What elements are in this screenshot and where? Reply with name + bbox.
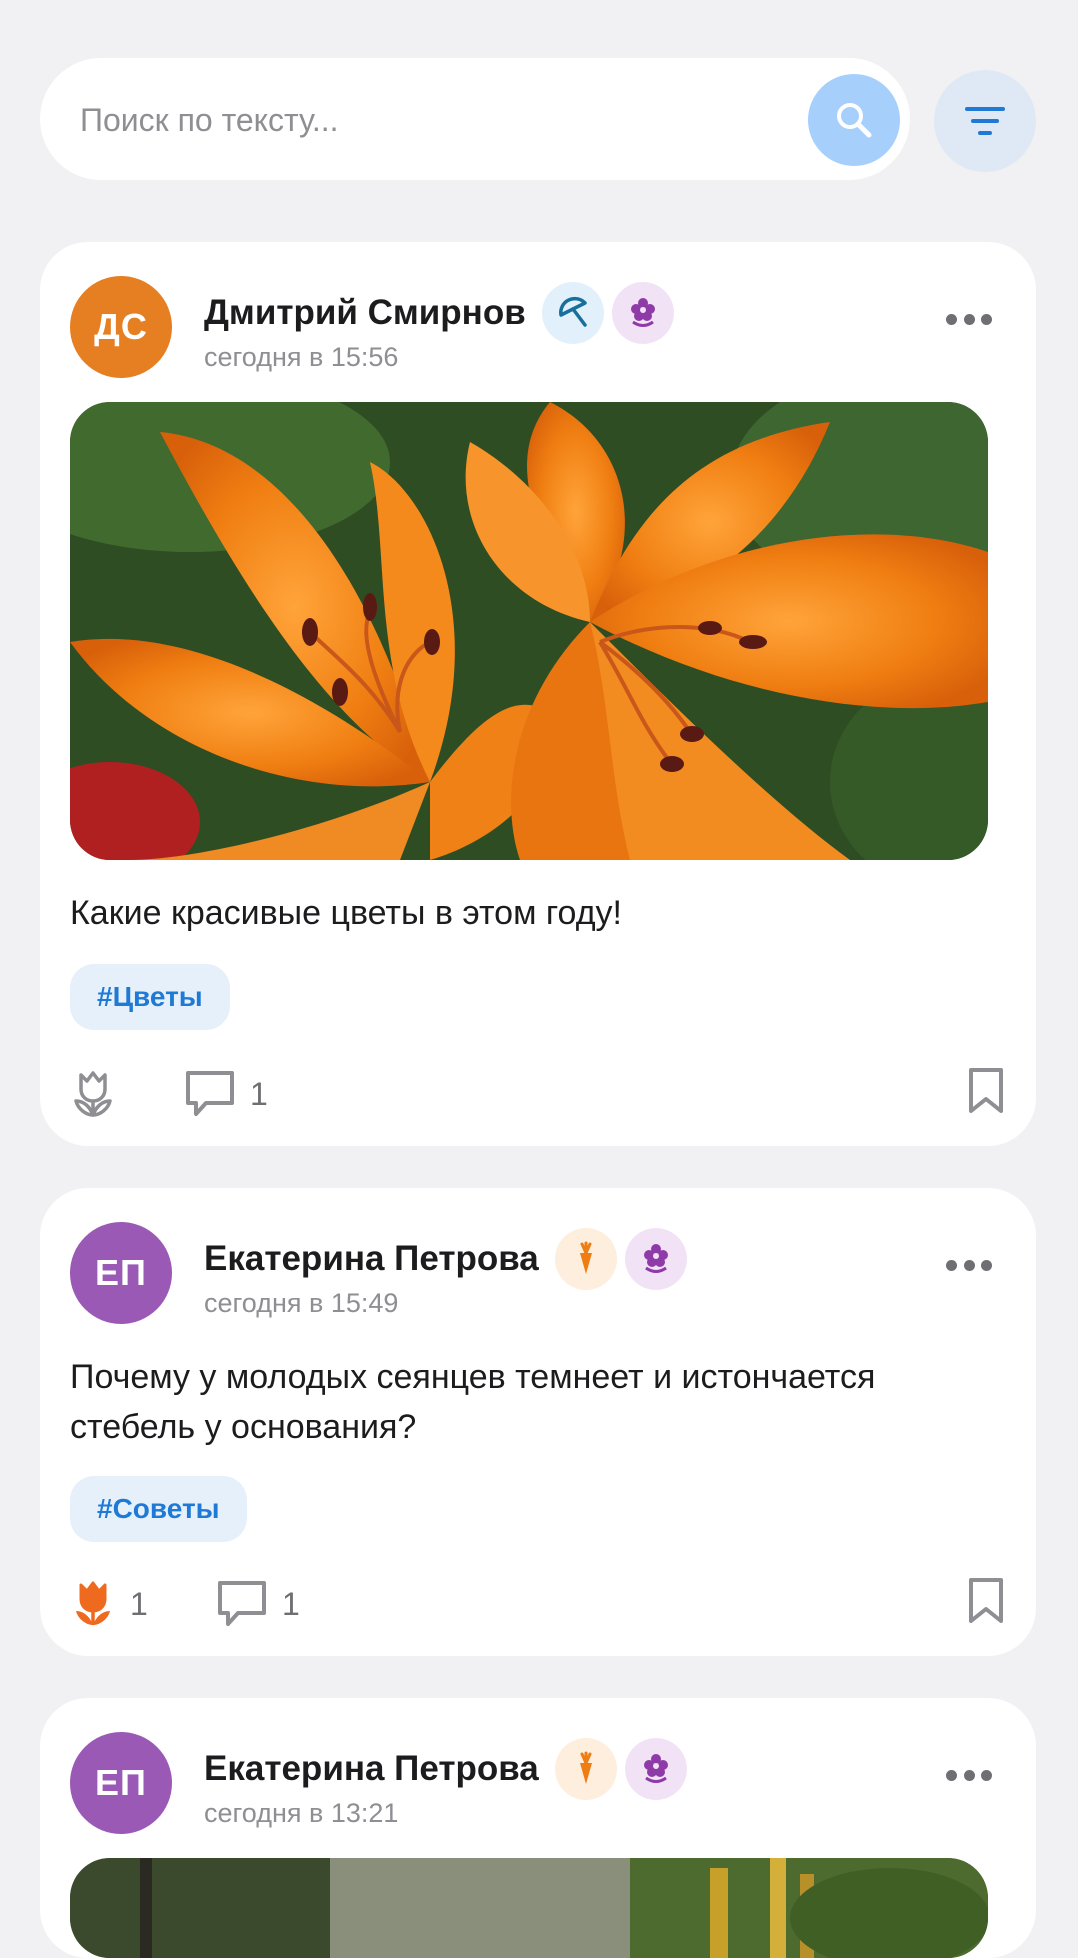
- comment-count: 1: [282, 1585, 300, 1622]
- comment-icon: [218, 1581, 266, 1626]
- post-image[interactable]: [70, 402, 988, 860]
- author-badges: [554, 1738, 687, 1800]
- flower-icon: [624, 1228, 687, 1290]
- author-name[interactable]: Екатерина Петрова: [204, 1228, 687, 1290]
- post-actions: 1 1: [70, 1576, 1006, 1632]
- more-options-button[interactable]: [946, 1768, 992, 1782]
- flower-icon: [611, 282, 674, 344]
- post-text: Почему у молодых сеянцев темнеет и истон…: [70, 1358, 876, 1446]
- bookmark-button[interactable]: [966, 1066, 1006, 1121]
- author-badges: [554, 1228, 687, 1290]
- post-text: Какие красивые цветы в этом году!: [70, 894, 623, 932]
- avatar[interactable]: ЕП: [70, 1732, 172, 1834]
- post-image[interactable]: [70, 1858, 988, 1958]
- author-label: Екатерина Петрова: [204, 1749, 539, 1788]
- bookmark-icon: [969, 1068, 1003, 1113]
- comment-button[interactable]: 1: [184, 1066, 268, 1122]
- avatar[interactable]: ДС: [70, 276, 172, 378]
- more-options-button[interactable]: [946, 1258, 992, 1272]
- tulip-icon: [74, 1071, 112, 1117]
- post-time: сегодня в 15:56: [204, 342, 399, 372]
- tulip-icon: [76, 1581, 110, 1625]
- post-tag[interactable]: #Цветы: [70, 964, 230, 1030]
- author-label: Дмитрий Смирнов: [204, 293, 526, 332]
- search-button[interactable]: [808, 74, 900, 166]
- carrot-icon: [554, 1228, 617, 1290]
- search-bar: [40, 58, 910, 180]
- post-time: сегодня в 13:21: [204, 1798, 399, 1828]
- bookmark-icon: [969, 1578, 1003, 1623]
- post-card: ДС Дмитрий Смирнов сегодня в 15:56 Какие…: [40, 242, 1036, 1146]
- like-button[interactable]: 1: [70, 1576, 148, 1632]
- comment-button[interactable]: 1: [216, 1576, 300, 1632]
- umbrella-icon: [541, 282, 604, 344]
- search-input[interactable]: [78, 88, 802, 152]
- flower-icon: [624, 1738, 687, 1800]
- like-count: 1: [130, 1585, 148, 1622]
- garden-photo: [70, 1858, 988, 1958]
- avatar[interactable]: ЕП: [70, 1222, 172, 1324]
- like-button[interactable]: [70, 1066, 130, 1122]
- comment-icon: [186, 1071, 234, 1116]
- author-badges: [541, 282, 674, 344]
- orange-lilies-photo: [70, 402, 988, 860]
- bookmark-button[interactable]: [966, 1576, 1006, 1631]
- post-actions: 1: [70, 1066, 1006, 1122]
- carrot-icon: [554, 1738, 617, 1800]
- comment-count: 1: [250, 1075, 268, 1112]
- filter-button[interactable]: [934, 70, 1036, 172]
- author-label: Екатерина Петрова: [204, 1239, 539, 1278]
- post-card: ЕП Екатерина Петрова сегодня в 13:21: [40, 1698, 1036, 1958]
- author-name[interactable]: Дмитрий Смирнов: [204, 282, 674, 344]
- author-name[interactable]: Екатерина Петрова: [204, 1738, 687, 1800]
- search-icon: [837, 103, 872, 138]
- post-card: ЕП Екатерина Петрова сегодня в 15:49 Поч…: [40, 1188, 1036, 1656]
- post-time: сегодня в 15:49: [204, 1288, 399, 1318]
- post-tag[interactable]: #Советы: [70, 1476, 247, 1542]
- top-bar: [40, 58, 1036, 182]
- more-options-button[interactable]: [946, 312, 992, 326]
- filter-icon: [965, 107, 1005, 135]
